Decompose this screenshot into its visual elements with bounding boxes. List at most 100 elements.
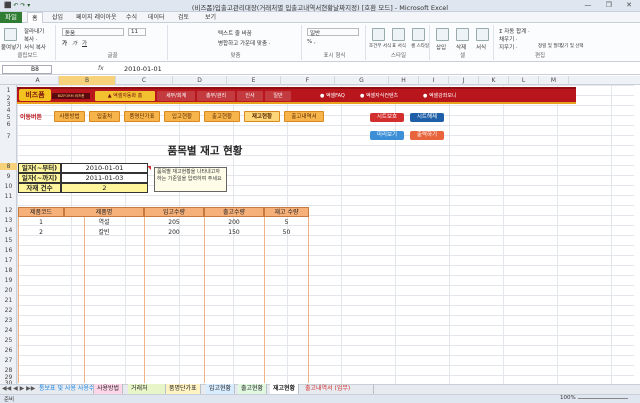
- conditional-format-button[interactable]: 조건부 서식: [369, 43, 391, 49]
- banner-tab-admin[interactable]: 총무/관리: [197, 91, 235, 101]
- column-header[interactable]: J: [449, 76, 479, 85]
- clear-button[interactable]: 지우기 ·: [499, 43, 518, 51]
- format-as-table-button[interactable]: 표 서식: [392, 43, 406, 49]
- table-cell[interactable]: 역설: [64, 218, 144, 228]
- insert-cells-icon[interactable]: [436, 28, 449, 41]
- fx-icon[interactable]: fx: [98, 65, 104, 72]
- banner-tab-hr[interactable]: 인사: [237, 91, 263, 101]
- row-header[interactable]: 9: [0, 173, 17, 180]
- format-painter-button[interactable]: 서식 복사: [24, 43, 46, 51]
- column-header[interactable]: G: [335, 76, 389, 85]
- row-header[interactable]: 23: [0, 317, 17, 324]
- banner-tab-tax[interactable]: 세무/회계: [157, 91, 195, 101]
- row-header[interactable]: 15: [0, 237, 17, 244]
- sheet-tab-vendor[interactable]: 거래처: [128, 384, 166, 394]
- sheet-tab-price-list[interactable]: 품명단가표: [166, 384, 201, 394]
- insert-cells-button[interactable]: 삽입: [436, 43, 446, 51]
- merge-center-button[interactable]: 병합하고 가운데 맞춤 ·: [218, 39, 271, 47]
- row-header[interactable]: 8: [0, 163, 17, 170]
- nav-button-stock[interactable]: 재고현황: [244, 111, 280, 122]
- column-header[interactable]: F: [281, 76, 335, 85]
- nav-button-vendor[interactable]: 입출처: [89, 111, 120, 122]
- sheet-tab-inbound[interactable]: 입고현황: [206, 384, 236, 394]
- number-format-select[interactable]: 일반: [307, 28, 359, 37]
- zoom-level[interactable]: 100%: [560, 395, 576, 401]
- protect-sheet-button[interactable]: 시트보호: [370, 113, 404, 122]
- sheet-nav-arrows[interactable]: ◀◀ ◀ ▶ ▶▶: [2, 385, 35, 392]
- table-cell[interactable]: 200: [144, 228, 204, 238]
- column-header[interactable]: B: [59, 76, 116, 85]
- sheet-tab-usage[interactable]: 사용방법: [94, 384, 124, 394]
- nav-button-outbound-statement[interactable]: 출고내역서: [284, 111, 324, 122]
- font-size-select[interactable]: 11: [128, 28, 146, 36]
- tab-page-layout[interactable]: 페이지 레이아웃: [76, 12, 117, 23]
- italic-button[interactable]: 가: [72, 39, 77, 47]
- format-cells-button[interactable]: 서식: [476, 43, 486, 51]
- print-preview-button[interactable]: 미리보기: [370, 131, 404, 140]
- sheet-tab-outbound[interactable]: 출고현황: [238, 384, 268, 394]
- row-header[interactable]: 12: [0, 207, 17, 214]
- column-header[interactable]: M: [539, 76, 569, 85]
- row-header[interactable]: 21: [0, 297, 17, 304]
- row-header[interactable]: 10: [0, 183, 17, 190]
- row-header[interactable]: 26: [0, 347, 17, 354]
- cell-styles-button[interactable]: 셀 스타일: [411, 43, 429, 49]
- cut-button[interactable]: 잘라내기: [24, 27, 44, 35]
- banner-link-content[interactable]: ● 엑셀자식컨텐츠: [360, 92, 398, 99]
- row-header[interactable]: 22: [0, 307, 17, 314]
- tab-data[interactable]: 데이터: [148, 12, 165, 23]
- tab-view[interactable]: 보기: [205, 12, 216, 23]
- row-header[interactable]: 28: [0, 367, 17, 374]
- nav-button-outbound[interactable]: 출고현황: [204, 111, 240, 122]
- banner-tab-general[interactable]: 일반: [265, 91, 291, 101]
- nav-button-inbound[interactable]: 입고현황: [164, 111, 200, 122]
- table-cell[interactable]: 5: [264, 218, 309, 228]
- bizform-logo[interactable]: 비즈폼: [19, 89, 51, 101]
- row-header[interactable]: 17: [0, 257, 17, 264]
- row-header[interactable]: 13: [0, 217, 17, 224]
- bold-button[interactable]: 가: [62, 39, 67, 47]
- nav-button-usage[interactable]: 사용방법: [54, 111, 85, 122]
- banner-tab-home[interactable]: ▲ 엑셀자동화 홈: [95, 91, 155, 101]
- column-header[interactable]: H: [389, 76, 419, 85]
- banner-link-faq[interactable]: ● 엑셀FAQ: [320, 92, 345, 99]
- file-tab[interactable]: 파일: [0, 12, 22, 23]
- table-cell[interactable]: 1: [18, 218, 64, 228]
- format-cells-icon[interactable]: [476, 28, 489, 41]
- column-header[interactable]: K: [479, 76, 509, 85]
- table-cell[interactable]: 200: [204, 218, 264, 228]
- column-header[interactable]: D: [173, 76, 227, 85]
- format-as-table-icon[interactable]: [392, 28, 405, 41]
- row-header[interactable]: 11: [0, 193, 17, 200]
- name-box[interactable]: B8: [2, 65, 52, 74]
- sheet-tab-stock[interactable]: 재고현황: [270, 384, 300, 394]
- column-header[interactable]: C: [116, 76, 173, 85]
- table-cell[interactable]: 150: [204, 228, 264, 238]
- table-cell[interactable]: 50: [264, 228, 309, 238]
- column-header[interactable]: A: [17, 76, 59, 85]
- find-select-button[interactable]: 찾기 및 선택: [560, 43, 584, 49]
- from-date-input[interactable]: 2010-01-01: [61, 163, 148, 173]
- cell-styles-icon[interactable]: [412, 28, 425, 41]
- row-header[interactable]: 7: [0, 133, 17, 140]
- paste-button[interactable]: 붙여넣기: [1, 43, 21, 51]
- row-header[interactable]: 6: [0, 121, 17, 128]
- paste-icon[interactable]: [4, 28, 17, 41]
- delete-cells-button[interactable]: 삭제: [456, 43, 466, 51]
- unprotect-sheet-button[interactable]: 시트해제: [410, 113, 444, 122]
- row-header[interactable]: 14: [0, 227, 17, 234]
- row-header[interactable]: 5: [0, 114, 17, 121]
- table-cell[interactable]: 205: [144, 218, 204, 228]
- sort-filter-button[interactable]: 정렬 및 필터: [538, 43, 562, 49]
- column-header[interactable]: L: [509, 76, 539, 85]
- row-header[interactable]: 1: [0, 87, 17, 94]
- tab-insert[interactable]: 삽입: [52, 12, 63, 23]
- row-header[interactable]: 18: [0, 267, 17, 274]
- banner-link-lecture[interactable]: ● 엑셀강좌모니: [423, 92, 457, 99]
- table-cell[interactable]: 2: [18, 228, 64, 238]
- window-controls[interactable]: — ❐ ✕: [584, 1, 638, 9]
- zoom-slider[interactable]: [578, 398, 628, 399]
- tab-home[interactable]: 홈: [27, 12, 43, 23]
- row-header[interactable]: 25: [0, 337, 17, 344]
- delete-cells-icon[interactable]: [456, 28, 469, 41]
